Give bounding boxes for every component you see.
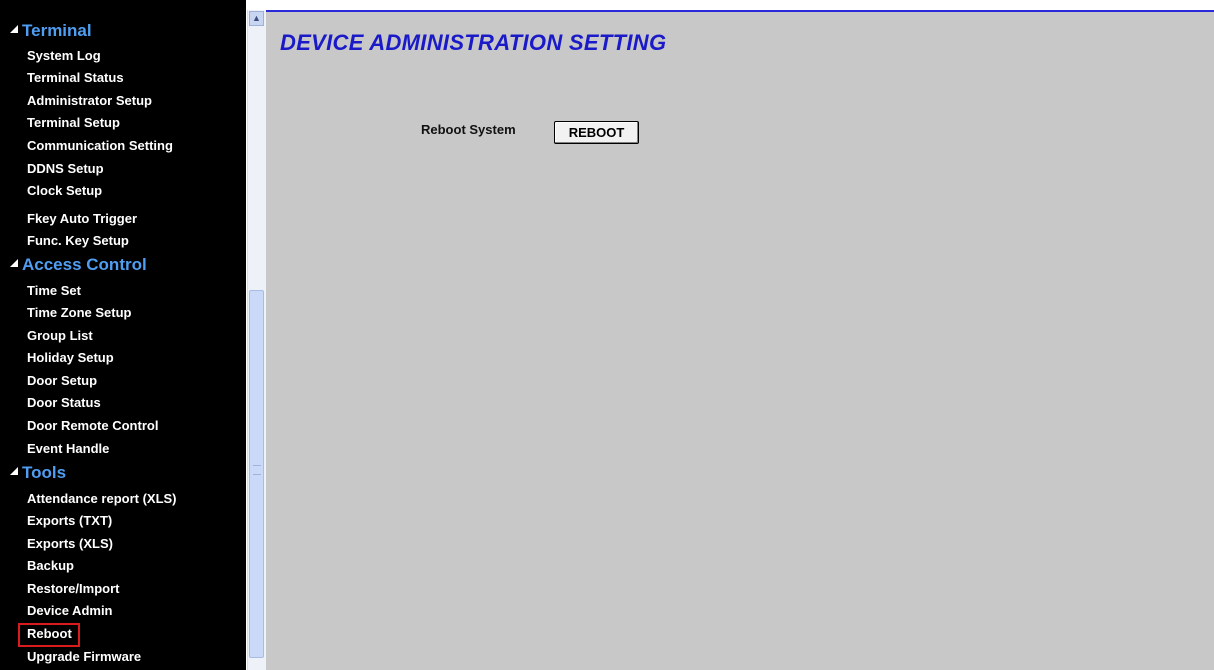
expanded-triangle-icon <box>10 259 18 267</box>
section-label: Tools <box>22 463 67 482</box>
expanded-triangle-icon <box>10 25 18 33</box>
sidebar-item-time-zone-setup[interactable]: Time Zone Setup <box>27 303 132 323</box>
sidebar-item-terminal-setup[interactable]: Terminal Setup <box>27 113 120 133</box>
reboot-system-label: Reboot System <box>421 122 516 137</box>
sidebar-item-communication-setting[interactable]: Communication Setting <box>27 136 173 156</box>
sidebar-item-ddns-setup[interactable]: DDNS Setup <box>27 159 104 179</box>
section-label: Terminal <box>22 21 92 40</box>
sidebar-item-door-remote-control[interactable]: Door Remote Control <box>27 416 158 436</box>
sidebar-item-exports-xls[interactable]: Exports (XLS) <box>27 534 113 554</box>
sidebar-item-upgrade-firmware[interactable]: Upgrade Firmware <box>27 647 141 667</box>
sidebar-item-clock-setup[interactable]: Clock Setup <box>27 181 102 201</box>
section-label: Access Control <box>22 255 147 274</box>
sidebar-nav: Terminal System Log Terminal Status Admi… <box>0 0 246 670</box>
sidebar-item-fkey-auto-trigger[interactable]: Fkey Auto Trigger <box>27 209 137 229</box>
sidebar-item-attendance-report-xls[interactable]: Attendance report (XLS) <box>27 489 177 509</box>
sidebar-item-administrator-setup[interactable]: Administrator Setup <box>27 91 152 111</box>
scroll-up-arrow-icon[interactable]: ▲ <box>249 11 264 26</box>
sidebar-item-backup[interactable]: Backup <box>27 556 74 576</box>
sidebar-item-holiday-setup[interactable]: Holiday Setup <box>27 348 114 368</box>
sidebar-item-event-handle[interactable]: Event Handle <box>27 439 109 459</box>
expanded-triangle-icon <box>10 467 18 475</box>
section-header-access-control[interactable]: Access Control <box>10 254 147 276</box>
sidebar-item-exports-txt[interactable]: Exports (TXT) <box>27 511 112 531</box>
sidebar-item-reboot[interactable]: Reboot <box>27 624 72 644</box>
sidebar-scrollbar[interactable]: ▲ <box>247 10 266 670</box>
page-title: DEVICE ADMINISTRATION SETTING <box>280 30 667 55</box>
sidebar-item-group-list[interactable]: Group List <box>27 326 93 346</box>
sidebar-item-device-admin[interactable]: Device Admin <box>27 601 113 621</box>
sidebar-item-door-setup[interactable]: Door Setup <box>27 371 97 391</box>
scrollbar-thumb[interactable] <box>249 290 264 658</box>
sidebar-item-door-status[interactable]: Door Status <box>27 393 101 413</box>
sidebar-item-terminal-status[interactable]: Terminal Status <box>27 68 124 88</box>
sidebar-item-restore-import[interactable]: Restore/Import <box>27 579 119 599</box>
section-header-terminal[interactable]: Terminal <box>10 20 92 42</box>
sidebar-item-time-set[interactable]: Time Set <box>27 281 81 301</box>
sidebar-item-system-log[interactable]: System Log <box>27 46 101 66</box>
reboot-button[interactable]: REBOOT <box>554 121 639 144</box>
sidebar-item-func-key-setup[interactable]: Func. Key Setup <box>27 231 129 251</box>
section-header-tools[interactable]: Tools <box>10 462 66 484</box>
scrollbar-grip-icon <box>253 465 261 475</box>
main-content: DEVICE ADMINISTRATION SETTING Reboot Sys… <box>266 10 1214 670</box>
